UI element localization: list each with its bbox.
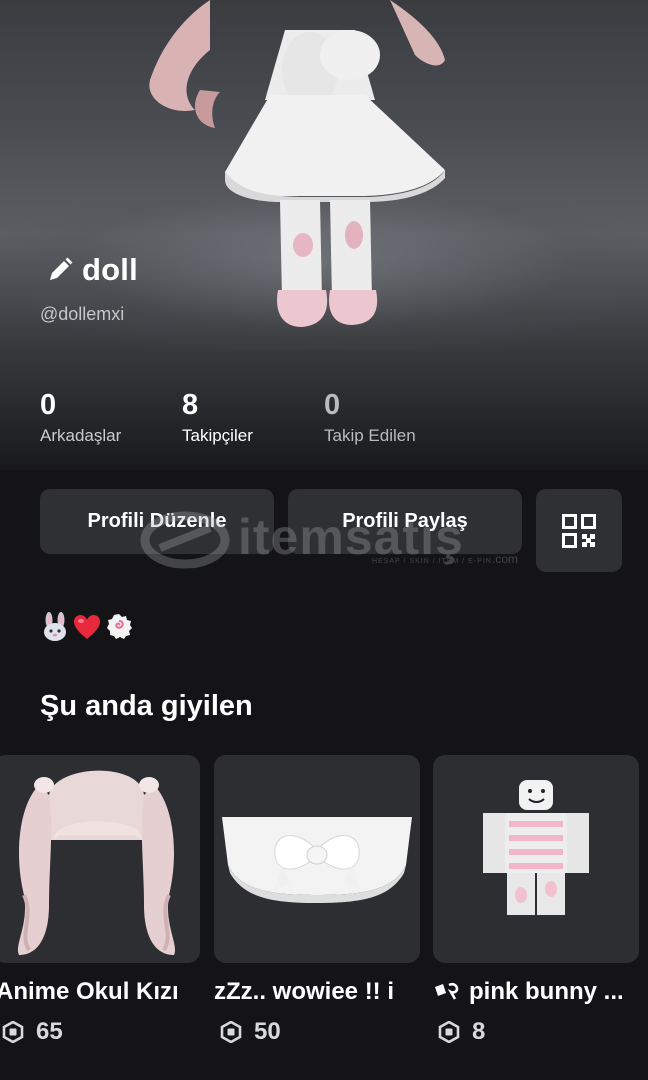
qr-code-button[interactable] (536, 489, 622, 572)
watermark-domain: .com (492, 552, 519, 566)
item-thumbnail-hair (17, 770, 176, 955)
wearing-item-name-3: pink bunny ... (469, 978, 624, 1005)
wearing-item-card-2[interactable] (214, 755, 420, 963)
stat-followers-label: Takipçiler (182, 426, 253, 445)
robux-icon (220, 1021, 242, 1043)
wearing-item-price-value-2: 50 (254, 1018, 281, 1045)
wearing-item-name-row-3[interactable]: pink bunny ... (433, 978, 624, 1006)
robux-icon (438, 1021, 460, 1043)
wearing-item-price-2: 50 (220, 1018, 281, 1046)
bunny-tag-icon (435, 982, 459, 1000)
wearing-item-price-3: 8 (438, 1018, 485, 1046)
share-profile-label: Profili Paylaş (342, 510, 468, 532)
rabbit-face-icon (40, 612, 70, 642)
display-name-row[interactable]: doll (46, 250, 138, 290)
wearing-item-card-1[interactable] (0, 755, 200, 963)
stat-following[interactable]: 0 Takip Edilen (324, 388, 416, 446)
pencil-icon[interactable] (46, 256, 74, 284)
wearing-item-price-value-3: 8 (472, 1018, 486, 1045)
item-thumbnail-bow (222, 817, 412, 903)
stat-friends[interactable]: 0 Arkadaşlar (40, 388, 121, 446)
qr-code-icon (562, 513, 596, 548)
stat-followers[interactable]: 8 Takipçiler (182, 388, 253, 446)
item-thumbnail-outfit (483, 780, 589, 915)
wearing-item-price-1: 65 (2, 1018, 63, 1046)
stat-followers-count: 8 (182, 389, 199, 421)
currently-wearing-title: Şu anda giyilen (40, 690, 253, 722)
share-profile-button[interactable]: Profili Paylaş (288, 489, 522, 554)
edit-profile-label: Profili Düzenle (87, 510, 227, 532)
display-name: doll (82, 252, 138, 287)
username: @dollemxi (40, 304, 125, 324)
stat-friends-count: 0 (40, 389, 57, 421)
watermark-subtext: HESAP / SKIN / ITEM / E-PIN (372, 558, 492, 565)
bio-emojis (40, 612, 134, 642)
edit-profile-button[interactable]: Profili Düzenle (40, 489, 274, 554)
wearing-item-name-2[interactable]: zZz.. wowiee !! i (214, 978, 394, 1006)
robux-icon (2, 1021, 24, 1043)
stat-friends-label: Arkadaşlar (40, 426, 122, 445)
wearing-item-price-value-1: 65 (36, 1018, 63, 1045)
wearing-item-name-1[interactable]: Anime Okul Kızı (0, 978, 179, 1006)
avatar-image (149, 0, 445, 327)
stat-following-count: 0 (324, 389, 341, 421)
fish-cake-icon (104, 612, 134, 642)
wearing-item-card-3[interactable] (433, 755, 639, 963)
red-heart-icon (72, 612, 102, 642)
stat-following-label: Takip Edilen (324, 426, 416, 445)
